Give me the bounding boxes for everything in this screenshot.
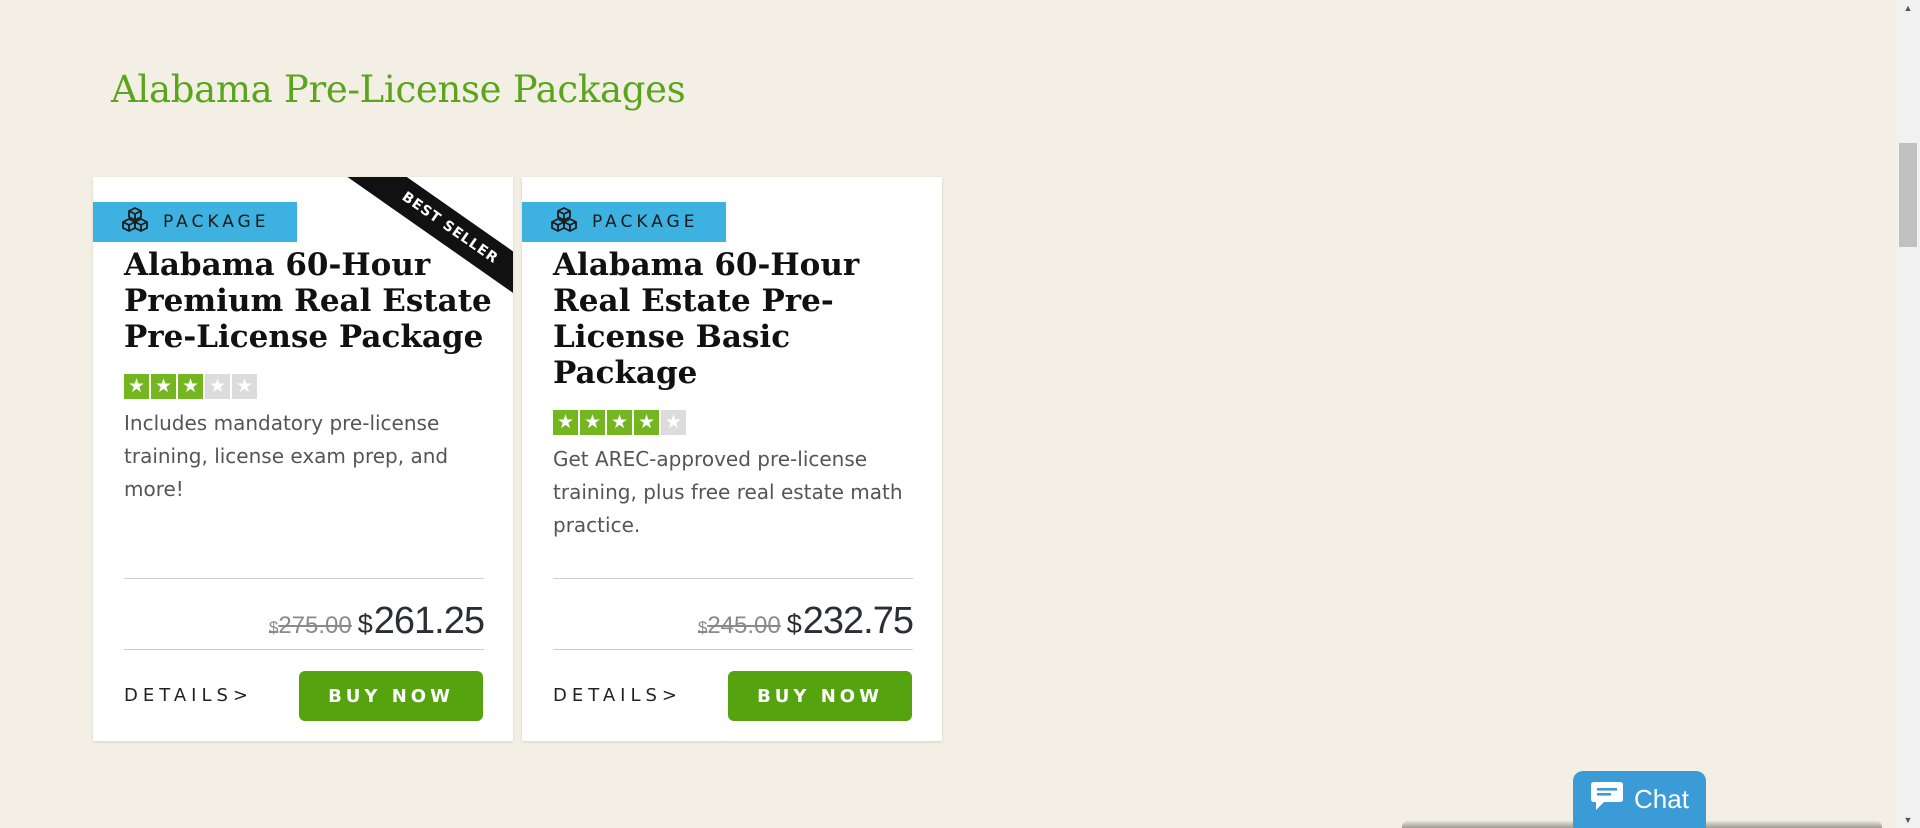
sale-price: $261.25 — [357, 600, 485, 642]
package-title[interactable]: Alabama 60-Hour Real Estate Pre-License … — [553, 247, 923, 391]
star-icon: ★ — [661, 410, 686, 435]
chat-button[interactable]: Chat — [1573, 771, 1706, 828]
scroll-down-arrow-icon[interactable]: ▼ — [1896, 812, 1920, 828]
details-link[interactable]: DETAILS> — [124, 685, 253, 706]
divider — [553, 578, 913, 579]
package-description: Get AREC-approved pre-license training, … — [553, 447, 903, 537]
divider — [124, 649, 484, 650]
price-row: $245.00 $232.75 — [697, 600, 914, 643]
price-row: $275.00 $261.25 — [268, 600, 485, 643]
sale-price: $232.75 — [786, 600, 914, 642]
star-rating: ★ ★ ★ ★ ★ — [553, 410, 686, 435]
chat-bubble-icon — [1590, 779, 1626, 820]
star-icon: ★ — [634, 410, 659, 435]
vertical-scrollbar[interactable]: ▲ ▼ — [1896, 0, 1920, 828]
package-badge: PACKAGE — [522, 202, 726, 242]
package-badge: PACKAGE — [93, 202, 297, 242]
package-title[interactable]: Alabama 60-Hour Premium Real Estate Pre-… — [124, 247, 494, 355]
star-icon: ★ — [124, 374, 149, 399]
package-badge-label: PACKAGE — [592, 212, 699, 232]
star-icon: ★ — [580, 410, 605, 435]
star-icon: ★ — [178, 374, 203, 399]
scroll-up-arrow-icon[interactable]: ▲ — [1896, 0, 1920, 16]
star-icon: ★ — [205, 374, 230, 399]
details-link[interactable]: DETAILS> — [553, 685, 682, 706]
chat-label: Chat — [1634, 784, 1689, 814]
scrollbar-thumb[interactable] — [1899, 143, 1917, 247]
cubes-icon — [121, 206, 149, 239]
star-icon: ★ — [553, 410, 578, 435]
package-description: Includes mandatory pre-license training,… — [124, 411, 449, 501]
package-badge-label: PACKAGE — [163, 212, 270, 232]
package-card-basic: PACKAGE Alabama 60-Hour Real Estate Pre-… — [522, 177, 942, 741]
original-price: $245.00 — [697, 612, 781, 639]
package-card-premium: PACKAGE BEST SELLER Alabama 60-Hour Prem… — [93, 177, 513, 741]
star-icon: ★ — [607, 410, 632, 435]
buy-now-button[interactable]: BUY NOW — [299, 671, 483, 721]
divider — [124, 578, 484, 579]
section-title: Alabama Pre-License Packages — [111, 68, 686, 111]
star-rating: ★ ★ ★ ★ ★ — [124, 374, 257, 399]
divider — [553, 649, 913, 650]
star-icon: ★ — [232, 374, 257, 399]
original-price: $275.00 — [268, 612, 352, 639]
cubes-icon — [550, 206, 578, 239]
buy-now-button[interactable]: BUY NOW — [728, 671, 912, 721]
star-icon: ★ — [151, 374, 176, 399]
